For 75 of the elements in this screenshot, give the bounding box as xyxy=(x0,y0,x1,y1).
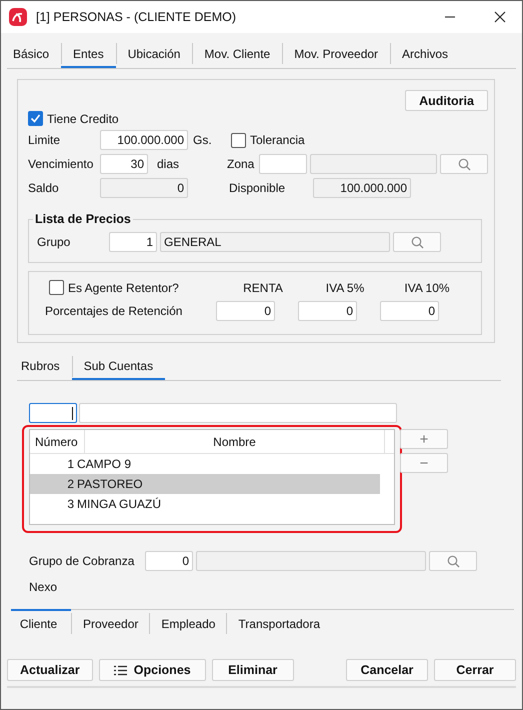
window-title: [1] PERSONAS - (CLIENTE DEMO) xyxy=(36,10,238,24)
remove-button[interactable]: − xyxy=(400,453,448,473)
tab[interactable]: Ubicación xyxy=(116,41,192,68)
field-label: Limite xyxy=(28,133,62,147)
percent-field[interactable]: 0 xyxy=(298,301,357,321)
action-button[interactable]: Cerrar xyxy=(434,659,516,681)
number-input-field[interactable] xyxy=(29,403,77,423)
percent-field[interactable]: 0 xyxy=(216,301,275,321)
tab[interactable]: Cliente xyxy=(11,609,71,637)
group-title: Lista de Precios xyxy=(33,212,133,226)
action-button[interactable]: Cancelar xyxy=(346,659,428,681)
field-label: Vencimiento xyxy=(28,157,94,171)
add-button[interactable]: + xyxy=(400,429,448,449)
action-button[interactable]: Actualizar xyxy=(7,659,93,681)
tab[interactable]: Archivos xyxy=(390,41,460,68)
table-cell: CAMPO 9 xyxy=(77,457,132,471)
search-button[interactable] xyxy=(440,154,488,174)
field-label: Grupo de Cobranza xyxy=(29,554,136,568)
checkbox[interactable] xyxy=(49,280,64,295)
table-cell-text: 2 xyxy=(66,477,75,491)
field-label: Zona xyxy=(227,157,256,171)
price-group-code-field[interactable]: 1 xyxy=(109,232,157,252)
table-cell-text: 3 xyxy=(66,497,75,511)
field-label: Disponible xyxy=(229,181,286,195)
tab[interactable]: Proveedor xyxy=(71,609,150,637)
checkbox[interactable] xyxy=(28,111,43,126)
table-cell-text: 1 xyxy=(66,457,75,471)
tab[interactable]: Entes xyxy=(61,41,116,68)
balance-field: 0 xyxy=(100,178,188,198)
checkbox-label: Tiene Credito xyxy=(47,112,119,126)
checkbox[interactable] xyxy=(231,132,246,148)
tab[interactable]: Básico xyxy=(7,41,62,68)
tab[interactable]: Transportadora xyxy=(226,609,332,637)
column-header[interactable]: Número xyxy=(30,430,85,453)
column-header: RENTA xyxy=(242,280,284,294)
close-icon[interactable] xyxy=(494,11,506,23)
list-icon xyxy=(114,664,127,676)
tab[interactable]: Sub Cuentas xyxy=(72,354,166,380)
checkbox-label: Es Agente Retentor? xyxy=(68,280,180,294)
tab[interactable]: Mov. Cliente xyxy=(192,41,282,68)
grid-row[interactable]: 3 MINGA GUAZÚ xyxy=(30,494,380,514)
limit-field[interactable]: 100.000.000 xyxy=(100,130,188,150)
tab[interactable]: Mov. Proveedor xyxy=(282,41,390,68)
checkbox-label: Tolerancia xyxy=(250,133,305,147)
search-icon xyxy=(446,554,460,568)
available-field: 100.000.000 xyxy=(313,178,411,198)
tab[interactable]: Rubros xyxy=(17,354,72,380)
field-label: Saldo xyxy=(28,181,60,195)
action-button[interactable]: Eliminar xyxy=(212,659,294,681)
app-logo-icon xyxy=(9,8,27,26)
zone-code-field[interactable] xyxy=(259,154,307,174)
price-group-name-field: GENERAL xyxy=(160,232,390,252)
grid-row[interactable]: 1 CAMPO 9 xyxy=(30,454,380,474)
tab[interactable]: Empleado xyxy=(149,609,226,637)
search-icon xyxy=(458,158,470,170)
column-header: IVA 10% xyxy=(403,280,451,294)
search-button[interactable] xyxy=(429,551,477,571)
field-label: Porcentajes de Retención xyxy=(45,304,184,318)
name-input-field[interactable] xyxy=(79,403,397,423)
column-header: IVA 5% xyxy=(324,280,366,294)
audit-button[interactable]: Auditoria xyxy=(405,90,488,111)
table-cell: PASTOREO xyxy=(77,477,143,491)
search-icon xyxy=(410,236,424,248)
table-cell: MINGA GUAZÚ xyxy=(77,497,162,511)
section-label: Nexo xyxy=(29,580,58,594)
field-label: Grupo xyxy=(37,235,72,249)
unit-label: dias xyxy=(157,157,180,171)
due-days-field[interactable]: 30 xyxy=(100,154,148,174)
search-button[interactable] xyxy=(393,232,441,252)
grid-row[interactable]: 2 PASTOREO xyxy=(30,474,380,494)
action-button[interactable]: Opciones xyxy=(98,659,206,681)
collection-group-code-field[interactable]: 0 xyxy=(145,551,193,571)
percent-field[interactable]: 0 xyxy=(380,301,439,321)
unit-label: Gs. xyxy=(193,133,213,147)
column-header[interactable]: Nombre xyxy=(85,430,385,453)
